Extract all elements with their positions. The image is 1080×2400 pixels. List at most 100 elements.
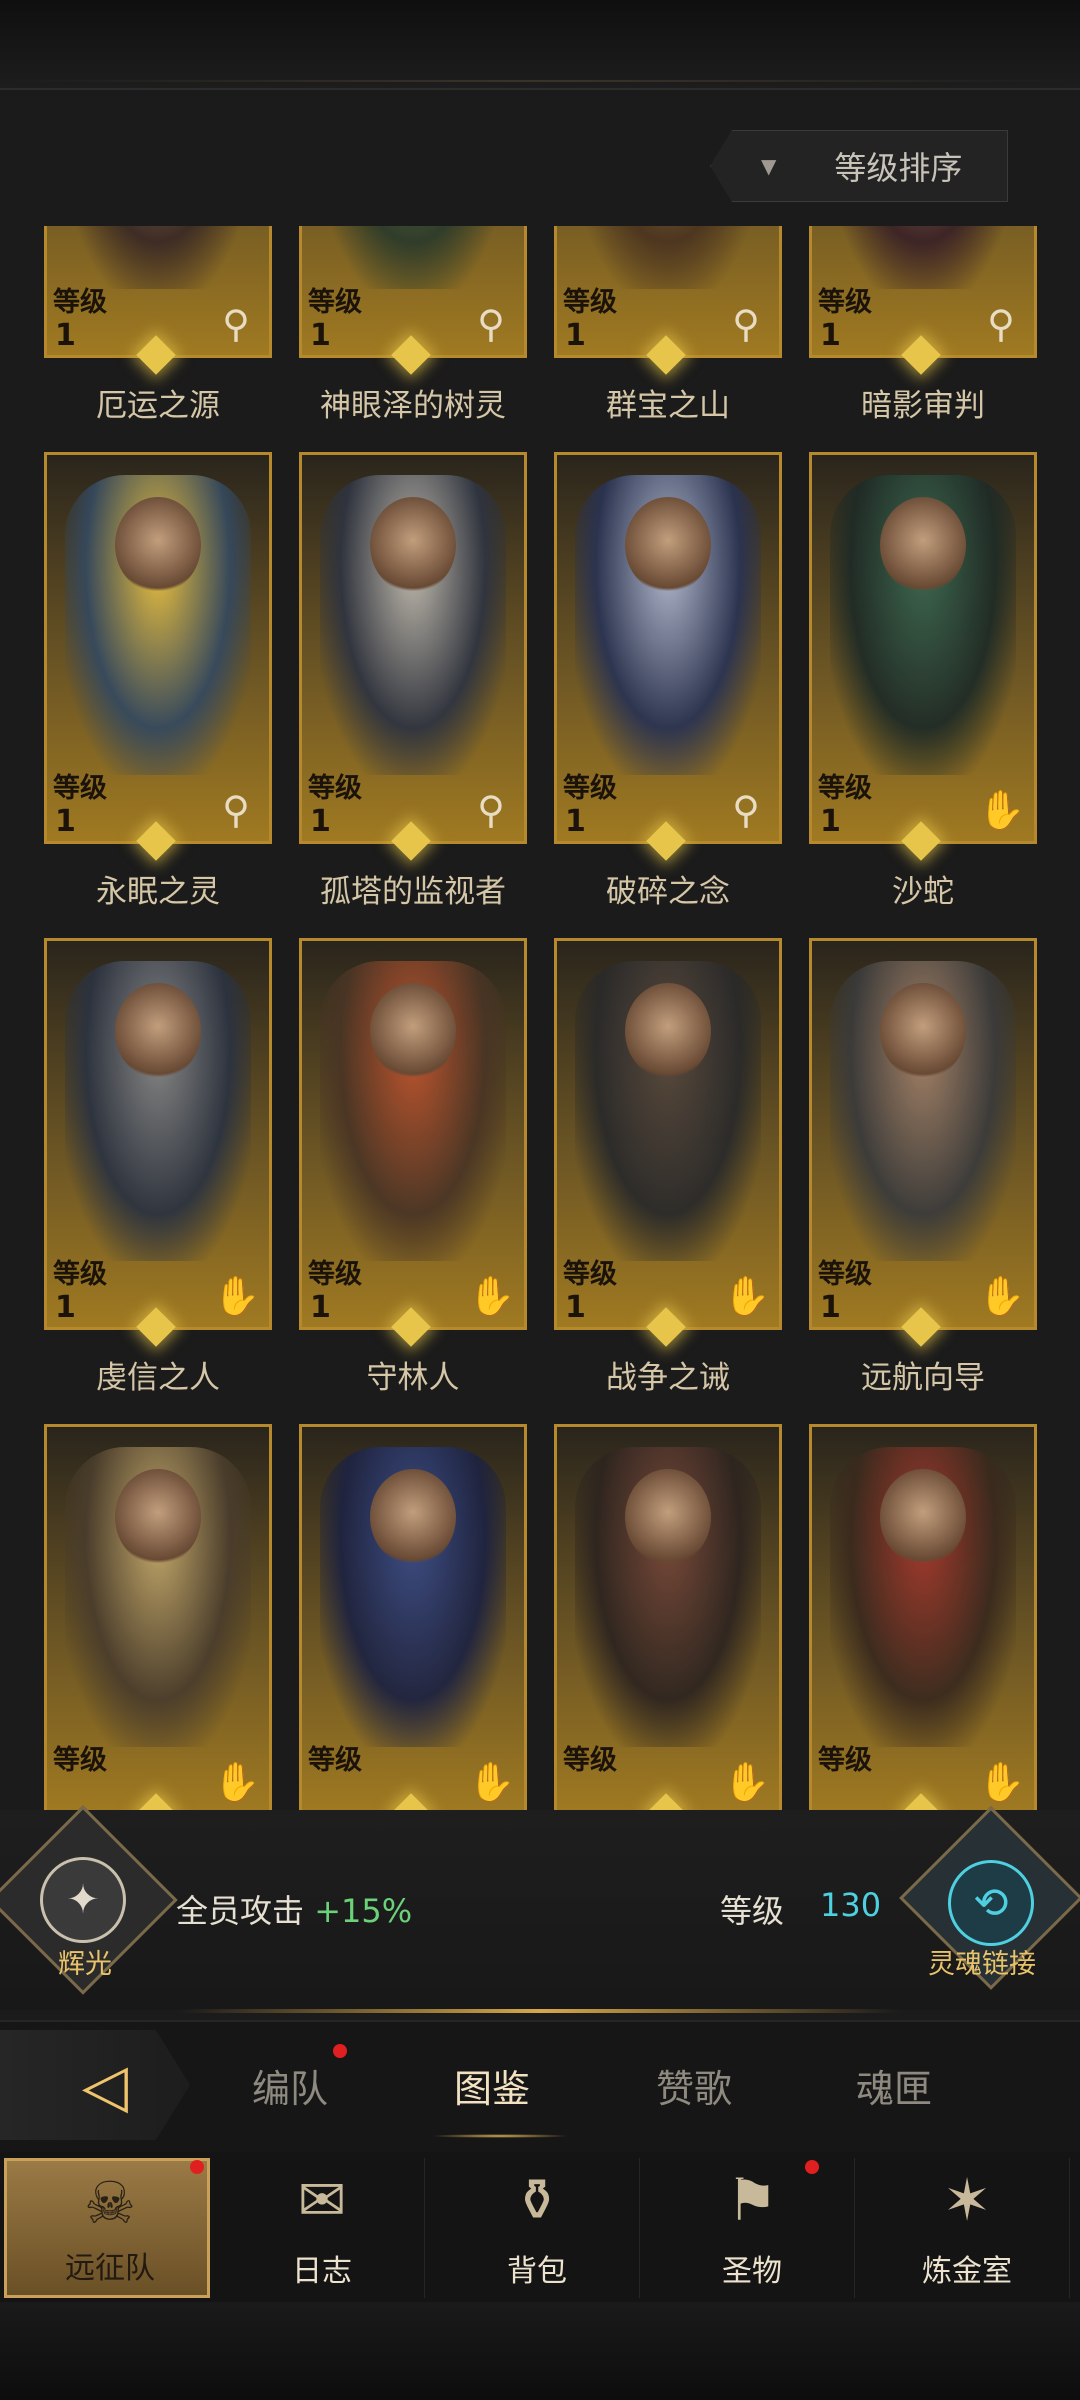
back-arrow-icon[interactable]: ◁	[60, 2048, 150, 2124]
top-frame	[0, 0, 1080, 90]
wand-icon: ⚲	[987, 302, 1015, 346]
character-card[interactable]: 等级 ✋	[40, 1424, 272, 1810]
hand-icon: ✋	[213, 1274, 261, 1318]
nav-item-relic[interactable]: ⚑ 圣物	[649, 2158, 855, 2298]
wand-icon: ⚲	[732, 302, 760, 346]
character-portrait	[575, 1447, 761, 1747]
card-level-label: 等级	[818, 773, 872, 804]
card-level-value: 1	[565, 318, 586, 353]
character-portrait-frame[interactable]: 等级 ✋	[809, 1424, 1037, 1810]
character-portrait-frame[interactable]: 等级 1 ✋	[554, 938, 782, 1330]
character-portrait-frame[interactable]: 等级 1 ✋	[809, 938, 1037, 1330]
tab-soul-box[interactable]: 魂匣	[856, 2058, 932, 2113]
character-card[interactable]: 等级 1 ⚲ 永眠之灵	[40, 452, 272, 938]
character-portrait-frame[interactable]: 等级 1 ⚲	[44, 452, 272, 844]
nav-item-alchemy[interactable]: ✶ 炼金室	[864, 2158, 1070, 2298]
nav-label: 圣物	[722, 2254, 782, 2289]
card-level-label: 等级	[53, 1259, 107, 1290]
card-level-value: 1	[55, 1290, 76, 1325]
character-portrait-frame[interactable]: 等级 ✋	[44, 1424, 272, 1810]
character-card[interactable]: 等级 ✋	[550, 1424, 782, 1810]
sort-by-level-button[interactable]: ▼ 等级排序	[710, 130, 1008, 202]
collection-grid: 等级 1 ⚲ 厄运之源 等级 1 ⚲ 神眼泽的树灵 等级 1 ⚲ 群宝之山 等级…	[40, 226, 1050, 1810]
card-level-value: 1	[55, 318, 76, 353]
character-portrait-frame[interactable]: 等级 1 ⚲	[554, 452, 782, 844]
character-portrait-frame[interactable]: 等级 1 ⚲	[299, 452, 527, 844]
character-name: 群宝之山	[606, 388, 730, 424]
soul-link-label: 灵魂链接	[928, 1949, 1036, 1980]
character-portrait	[575, 475, 761, 775]
character-card[interactable]: 等级 1 ⚲ 暗影审判	[805, 226, 1037, 452]
nav-item-backpack[interactable]: ⚱ 背包	[434, 2158, 640, 2298]
character-card[interactable]: 等级 ✋	[295, 1424, 527, 1810]
character-name: 守林人	[366, 1360, 460, 1396]
character-name: 虔信之人	[96, 1360, 220, 1396]
card-level-label: 等级	[53, 1745, 107, 1776]
card-level-label: 等级	[563, 1745, 617, 1776]
card-level-value: 1	[310, 1290, 331, 1325]
tab-formation-badge	[333, 2044, 347, 2058]
nav-item-journal[interactable]: ✉ 日志	[219, 2158, 425, 2298]
hand-icon: ✋	[723, 1274, 771, 1318]
character-card[interactable]: 等级 1 ⚲ 厄运之源	[40, 226, 272, 452]
wand-icon: ⚲	[222, 302, 250, 346]
character-name: 远航向导	[861, 1360, 985, 1396]
wand-icon: ⚲	[477, 788, 505, 832]
soul-link-icon[interactable]: ⟲	[948, 1860, 1034, 1946]
tab-formation[interactable]: 编队	[252, 2058, 328, 2113]
character-card[interactable]: 等级 1 ✋ 沙蛇	[805, 452, 1037, 938]
card-level-label: 等级	[563, 773, 617, 804]
relic-icon: ⚑	[726, 2166, 778, 2234]
card-level-label: 等级	[53, 287, 107, 318]
card-level-value: 1	[310, 804, 331, 839]
character-portrait	[320, 961, 506, 1261]
card-level-label: 等级	[818, 1745, 872, 1776]
nav-badge	[805, 2160, 819, 2174]
character-portrait	[65, 1447, 251, 1747]
card-level-value: 1	[565, 804, 586, 839]
character-portrait-frame[interactable]: 等级 ✋	[554, 1424, 782, 1810]
wand-icon: ⚲	[732, 788, 760, 832]
character-name: 破碎之念	[606, 874, 730, 910]
tab-anthem[interactable]: 赞歌	[656, 2058, 732, 2113]
hand-icon: ✋	[978, 788, 1026, 832]
character-portrait-frame[interactable]: 等级 ✋	[299, 1424, 527, 1810]
hand-icon: ✋	[468, 1274, 516, 1318]
character-portrait-frame[interactable]: 等级 1 ✋	[299, 938, 527, 1330]
helmet-icon: ☠	[84, 2169, 136, 2237]
character-card[interactable]: 等级 1 ⚲ 神眼泽的树灵	[295, 226, 527, 452]
character-name: 厄运之源	[96, 388, 220, 424]
alchemy-icon: ✶	[942, 2166, 992, 2234]
total-level-value: 130	[820, 1886, 882, 1924]
character-card[interactable]: 等级 1 ⚲ 破碎之念	[550, 452, 782, 938]
bottom-frame	[0, 2302, 1080, 2400]
wand-icon: ⚲	[477, 302, 505, 346]
character-portrait	[65, 961, 251, 1261]
character-card[interactable]: 等级 ✋	[805, 1424, 1037, 1810]
character-portrait	[65, 475, 251, 775]
tab-codex[interactable]: 图鉴	[454, 2058, 530, 2113]
character-card[interactable]: 等级 1 ✋ 战争之诫	[550, 938, 782, 1424]
character-portrait	[830, 1447, 1016, 1747]
nav-item-helmet[interactable]: ☠ 远征队	[4, 2158, 210, 2298]
character-card[interactable]: 等级 1 ✋ 虔信之人	[40, 938, 272, 1424]
card-level-value: 1	[820, 804, 841, 839]
character-card[interactable]: 等级 1 ✋ 守林人	[295, 938, 527, 1424]
divider	[180, 2009, 900, 2013]
character-portrait	[830, 475, 1016, 775]
card-level-label: 等级	[563, 1259, 617, 1290]
character-portrait-frame[interactable]: 等级 1 ✋	[809, 452, 1037, 844]
character-name: 孤塔的监视者	[320, 874, 506, 910]
nav-label: 日志	[292, 2254, 352, 2289]
dropdown-arrow-icon: ▼	[761, 154, 777, 178]
character-portrait	[320, 475, 506, 775]
hand-icon: ✋	[213, 1760, 261, 1804]
radiance-emblem-icon[interactable]: ✦	[40, 1857, 126, 1943]
character-card[interactable]: 等级 1 ⚲ 群宝之山	[550, 226, 782, 452]
character-portrait	[320, 1447, 506, 1747]
card-level-label: 等级	[308, 1259, 362, 1290]
character-card[interactable]: 等级 1 ✋ 远航向导	[805, 938, 1037, 1424]
character-portrait-frame[interactable]: 等级 1 ✋	[44, 938, 272, 1330]
hand-icon: ✋	[468, 1760, 516, 1804]
character-card[interactable]: 等级 1 ⚲ 孤塔的监视者	[295, 452, 527, 938]
